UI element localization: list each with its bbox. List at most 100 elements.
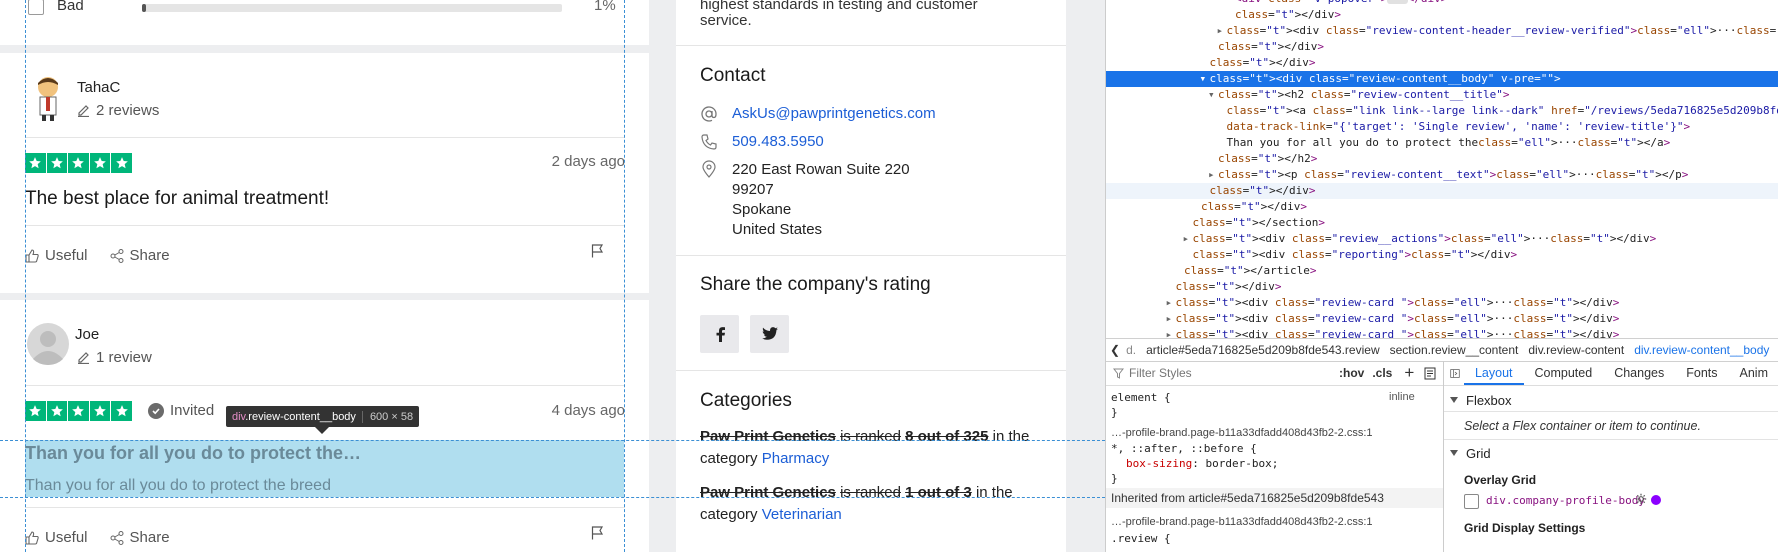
- rating-filter-checkbox[interactable]: [28, 0, 44, 15]
- report-flag-icon[interactable]: [591, 526, 604, 540]
- reviewer-review-count[interactable]: 1 review: [77, 349, 152, 366]
- chevron-left-icon[interactable]: ❮: [1110, 343, 1120, 357]
- facebook-share-button[interactable]: [700, 315, 739, 353]
- element-style-rule[interactable]: element {: [1111, 391, 1171, 404]
- flexbox-heading: Flexbox: [1466, 393, 1512, 408]
- breadcrumb-item[interactable]: d.: [1126, 343, 1136, 357]
- tab-fonts[interactable]: Fonts: [1675, 361, 1728, 385]
- style-source-link[interactable]: …-profile-brand.page-b11a33dfadd408d43fb…: [1111, 427, 1373, 439]
- tab-computed[interactable]: Computed: [1524, 361, 1604, 385]
- dom-node[interactable]: ▸ class="t"><p class="review-content__tex…: [1106, 167, 1778, 183]
- collapse-triangle-icon[interactable]: ▸: [1166, 295, 1176, 311]
- review-title[interactable]: Than you for all you do to protect the…: [25, 443, 361, 464]
- style-source-link[interactable]: …-profile-brand.page-b11a33dfadd408d43fb…: [1111, 516, 1373, 528]
- address-line: 220 East Rowan Suite 220: [732, 161, 910, 178]
- dom-node[interactable]: class="t"></h2>: [1106, 151, 1778, 167]
- filter-icon: [1113, 368, 1124, 379]
- inspector-guide-line: [0, 497, 1105, 498]
- useful-button[interactable]: Useful: [25, 247, 88, 264]
- flexbox-section-header[interactable]: Flexbox: [1450, 393, 1512, 408]
- dom-node[interactable]: <div class="v-popover">···</div>: [1106, 0, 1778, 7]
- reviewer-review-count[interactable]: 2 reviews: [77, 102, 159, 119]
- inspector-tooltip: div.review-content__body 600 × 58: [226, 406, 420, 427]
- dom-node[interactable]: class="t"></div>: [1106, 39, 1778, 55]
- expand-triangle-icon[interactable]: ▾: [1200, 71, 1210, 87]
- dom-node[interactable]: Than you for all you do to protect thecl…: [1106, 135, 1778, 151]
- avatar[interactable]: [27, 323, 69, 367]
- address-line: Spokane: [732, 201, 792, 218]
- share-button[interactable]: Share: [110, 247, 170, 264]
- dom-node-selected[interactable]: ▾ class="t"><div class="review-content__b…: [1106, 71, 1778, 87]
- dom-node[interactable]: class="t"></section>: [1106, 215, 1778, 231]
- rating-percent: 1%: [594, 0, 616, 14]
- twitter-share-button[interactable]: [750, 315, 789, 353]
- grid-section-header[interactable]: Grid: [1450, 446, 1491, 461]
- dom-node-text: class="t"><div class="reporting">class="…: [1192, 248, 1518, 261]
- chevron-down-icon: [1450, 397, 1458, 403]
- divider: [1444, 411, 1778, 412]
- share-button[interactable]: Share: [110, 529, 170, 546]
- avatar[interactable]: [28, 75, 68, 121]
- default-avatar-icon: [27, 323, 69, 365]
- dom-node[interactable]: class="t"></div>: [1106, 279, 1778, 295]
- rating-row-bad[interactable]: Bad 1%: [25, 0, 625, 19]
- filter-styles-input[interactable]: [1129, 366, 1319, 380]
- review-selector[interactable]: .review {: [1111, 532, 1171, 545]
- category-ranking: Paw Print Genetics is ranked 8 out of 32…: [700, 426, 1040, 470]
- expand-triangle-icon[interactable]: ▾: [1208, 87, 1218, 103]
- breadcrumb-item[interactable]: article#5eda716825e5d209b8fde543.review: [1146, 343, 1380, 357]
- hover-state-toggle[interactable]: :hov: [1339, 366, 1364, 380]
- dom-node[interactable]: class="t"></div>: [1106, 199, 1778, 215]
- dom-node[interactable]: data-track-link="{'target': 'Single revi…: [1106, 119, 1778, 135]
- dom-node[interactable]: class="t"></div>: [1106, 183, 1778, 199]
- dom-node[interactable]: ▾ class="t"><h2 class="review-content__ti…: [1106, 87, 1778, 103]
- category-link-pharmacy[interactable]: Pharmacy: [762, 450, 830, 467]
- dom-node[interactable]: class="t"><a class="link link--large lin…: [1106, 103, 1778, 119]
- useful-button[interactable]: Useful: [25, 529, 88, 546]
- contact-phone-link[interactable]: 509.483.5950: [732, 133, 824, 150]
- dom-node[interactable]: class="t"><div class="reporting">class="…: [1106, 247, 1778, 263]
- review-title[interactable]: The best place for animal treatment!: [25, 188, 329, 210]
- dom-node-text: data-track-link="{'target': 'Single revi…: [1226, 120, 1691, 133]
- grid-color-swatch[interactable]: [1651, 495, 1661, 505]
- class-toggle[interactable]: .cls: [1372, 366, 1392, 380]
- contact-email-link[interactable]: AskUs@pawprintgenetics.com: [732, 105, 936, 122]
- star-icon: [111, 153, 132, 173]
- reviewer-name[interactable]: TahaC: [77, 79, 120, 96]
- breadcrumb-item-current[interactable]: div.review-content__body: [1634, 343, 1769, 357]
- collapse-triangle-icon[interactable]: ▸: [1208, 167, 1218, 183]
- invited-badge[interactable]: Invited: [148, 402, 214, 419]
- dom-node[interactable]: class="t"></article>: [1106, 263, 1778, 279]
- collapse-triangle-icon[interactable]: ▸: [1183, 231, 1193, 247]
- grid-container-label: div.company-profile-body: [1486, 494, 1645, 507]
- reviewer-name[interactable]: Joe: [75, 326, 99, 343]
- dom-node[interactable]: class="t"></div>: [1106, 7, 1778, 23]
- gear-icon[interactable]: [1635, 493, 1647, 505]
- dom-node[interactable]: class="t"></div>: [1106, 55, 1778, 71]
- dom-node-text: <div class="v-popover">···</div>: [1235, 0, 1447, 5]
- tab-changes[interactable]: Changes: [1603, 361, 1675, 385]
- pencil-icon: [78, 352, 89, 365]
- review-date[interactable]: 2 days ago: [552, 153, 625, 170]
- divider: [676, 45, 1066, 46]
- breadcrumb-item[interactable]: section.review__content: [1390, 343, 1519, 357]
- tab-layout[interactable]: Layout: [1463, 361, 1524, 385]
- universal-selector[interactable]: *, ::after, ::before {: [1111, 442, 1257, 455]
- toggle-sidebar-icon[interactable]: [1450, 367, 1460, 380]
- breadcrumb-item[interactable]: div.review-content: [1528, 343, 1624, 357]
- add-rule-icon[interactable]: +: [1404, 363, 1414, 383]
- overlay-grid-checkbox[interactable]: [1464, 494, 1479, 509]
- dom-node-text: class="t"><div class="review__actions">c…: [1192, 232, 1657, 245]
- tab-animations[interactable]: Anim: [1729, 361, 1778, 385]
- review-date[interactable]: 4 days ago: [552, 402, 625, 419]
- collapse-triangle-icon[interactable]: ▸: [1166, 311, 1176, 327]
- dom-node[interactable]: ▸ class="t"><div class="review-content-he…: [1106, 23, 1778, 39]
- dom-node[interactable]: ▸ class="t"><div class="review__actions">…: [1106, 231, 1778, 247]
- collapse-triangle-icon[interactable]: ▸: [1217, 23, 1227, 39]
- dom-node[interactable]: ▸ class="t"><div class="review-card ">cla…: [1106, 295, 1778, 311]
- style-declaration[interactable]: box-sizing: border-box;: [1126, 457, 1278, 470]
- category-link-veterinarian[interactable]: Veterinarian: [762, 506, 842, 523]
- computed-sidebar-icon[interactable]: [1424, 367, 1436, 380]
- report-flag-icon[interactable]: [591, 244, 604, 258]
- dom-node[interactable]: ▸ class="t"><div class="review-card ">cla…: [1106, 311, 1778, 327]
